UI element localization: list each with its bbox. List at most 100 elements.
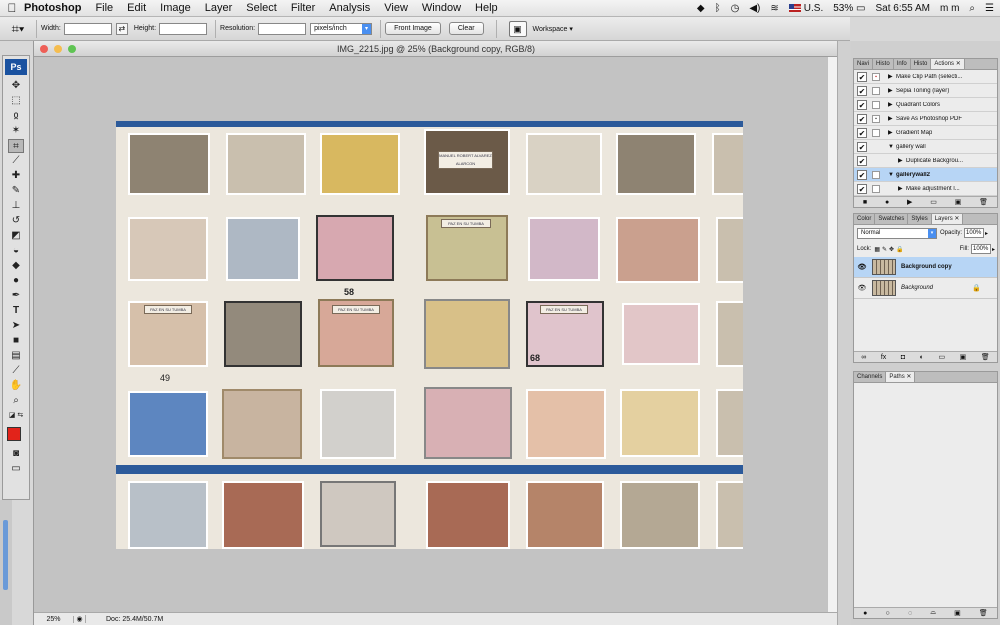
wifi-icon[interactable]: ≋ [770, 3, 778, 14]
move-tool-icon[interactable]: ✥ [8, 79, 24, 93]
layer-row[interactable]: 👁 Background copy [854, 257, 997, 278]
paint-bucket-tool-icon[interactable]: ◒ [8, 244, 24, 258]
layer-row[interactable]: 👁 Background 🔒 [854, 278, 997, 299]
expand-triangle-icon[interactable]: ▶ [898, 157, 906, 164]
action-row[interactable]: ✔ ▪ ▶ Make Clip Path (selecti... [854, 70, 997, 84]
expand-triangle-icon[interactable]: ▶ [898, 185, 906, 192]
foreground-color-swatch[interactable] [7, 427, 21, 441]
action-toggle-checkbox[interactable]: ✔ [857, 71, 867, 82]
tab-color[interactable]: Color [854, 214, 876, 224]
resolution-input[interactable] [258, 22, 307, 35]
workspace-menu[interactable]: Workspace ▾ [533, 25, 573, 33]
menu-edit[interactable]: Edit [127, 2, 146, 14]
layer-mask-icon[interactable]: ◘ [901, 354, 905, 361]
clear-button[interactable]: Clear [448, 22, 484, 35]
menu-file[interactable]: File [95, 2, 113, 14]
dialog-toggle-icon[interactable] [872, 184, 880, 193]
action-row[interactable]: ✔ ▶ Make adjustment l... [854, 182, 997, 196]
menu-filter[interactable]: Filter [291, 2, 315, 14]
close-tab-icon[interactable]: ✕ [954, 216, 959, 222]
expand-triangle-icon[interactable]: ▶ [888, 73, 896, 80]
tab-history[interactable]: Histo [911, 59, 932, 69]
cemetery-niches-photo[interactable]: MANUEL ROBERT ALVAREZ ALARCON PAZ EN SU … [116, 121, 743, 549]
link-layers-icon[interactable]: ∞ [861, 354, 866, 361]
document-title-bar[interactable]: IMG_2215.jpg @ 25% (Background copy, RGB… [34, 41, 838, 57]
lock-all-icon[interactable]: 🔒 [896, 246, 903, 253]
fill-slider-arrow-icon[interactable]: ▸ [992, 246, 995, 253]
history-brush-tool-icon[interactable]: ↺ [8, 214, 24, 228]
menu-layer[interactable]: Layer [205, 2, 233, 14]
menu-window[interactable]: Window [422, 2, 461, 14]
expand-triangle-icon[interactable]: ▶ [888, 129, 896, 136]
status-info-icon[interactable]: ◉ [74, 615, 86, 623]
new-path-icon[interactable]: ▣ [954, 609, 961, 617]
battery-menu[interactable]: 53% ▭ [833, 3, 865, 14]
marquee-tool-icon[interactable]: ⬚ [8, 94, 24, 108]
close-window-icon[interactable] [40, 45, 48, 53]
close-tab-icon[interactable]: ✕ [906, 374, 911, 380]
lasso-tool-icon[interactable]: ჲ [8, 109, 24, 123]
record-icon[interactable]: ● [885, 199, 889, 206]
height-input[interactable] [159, 22, 208, 35]
stop-icon[interactable]: ■ [863, 199, 867, 206]
canvas-area[interactable]: MANUEL ROBERT ALVAREZ ALARCON PAZ EN SU … [34, 57, 828, 612]
action-row[interactable]: ✔ ▶ Quadrant Colors [854, 98, 997, 112]
load-selection-icon[interactable]: ◌ [908, 610, 912, 617]
menu-help[interactable]: Help [475, 2, 498, 14]
collapse-triangle-icon[interactable]: ▼ [888, 172, 896, 178]
hand-tool-icon[interactable]: ✋ [8, 379, 24, 393]
type-tool-icon[interactable]: T [8, 304, 24, 318]
menu-analysis[interactable]: Analysis [329, 2, 370, 14]
trash-icon[interactable]: 🗑 [981, 353, 990, 361]
expand-triangle-icon[interactable]: ▶ [888, 101, 896, 108]
action-toggle-checkbox[interactable]: ✔ [857, 113, 867, 124]
stroke-path-icon[interactable]: ○ [886, 610, 890, 617]
action-row[interactable]: ✔ ▼ gallery wall [854, 140, 997, 154]
path-selection-tool-icon[interactable]: ➤ [8, 319, 24, 333]
action-toggle-checkbox[interactable]: ✔ [857, 127, 867, 138]
trash-icon[interactable]: 🗑 [979, 609, 988, 617]
lock-transparency-icon[interactable]: ▦ [874, 246, 880, 253]
lock-position-icon[interactable]: ✥ [889, 246, 894, 253]
make-work-path-icon[interactable]: ⌓ [930, 609, 936, 617]
minimize-window-icon[interactable] [54, 45, 62, 53]
eraser-tool-icon[interactable]: ◩ [8, 229, 24, 243]
blur-tool-icon[interactable]: ◆ [8, 259, 24, 273]
resolution-unit-select[interactable]: pixels/inch ▾ [310, 22, 373, 35]
lock-pixels-icon[interactable]: ✎ [882, 246, 887, 253]
default-colors-icon[interactable]: ◪ ⇆ [8, 409, 24, 423]
action-row[interactable]: ✔ ▶ Sepia Toning (layer) [854, 84, 997, 98]
dropbox-icon[interactable]: ◆ [697, 3, 705, 14]
tab-actions[interactable]: Actions ✕ [931, 59, 965, 69]
shape-tool-icon[interactable]: ■ [8, 334, 24, 348]
tab-navigator[interactable]: Navi [854, 59, 874, 69]
slice-tool-icon[interactable]: ⟋ [8, 154, 24, 168]
brush-tool-icon[interactable]: ✎ [8, 184, 24, 198]
tab-histogram[interactable]: Histo [873, 59, 894, 69]
action-toggle-checkbox[interactable]: ✔ [857, 183, 867, 194]
new-group-icon[interactable]: ▭ [938, 353, 945, 361]
clock[interactable]: Sat 6:55 AM [875, 3, 929, 14]
app-menu[interactable]: Photoshop [24, 2, 81, 14]
bluetooth-icon[interactable]: ᛒ [715, 3, 721, 14]
action-row[interactable]: ✔ ▶ Duplicate Backgrou... [854, 154, 997, 168]
notification-center-icon[interactable]: ☰ [985, 3, 994, 14]
opacity-field[interactable]: 100% [964, 228, 985, 238]
vertical-scrollbar[interactable] [827, 57, 837, 612]
action-toggle-checkbox[interactable]: ✔ [857, 99, 867, 110]
dialog-toggle-icon[interactable]: ▪ [872, 72, 880, 81]
action-row[interactable]: ✔ ▶ Gradient Map [854, 126, 997, 140]
healing-brush-tool-icon[interactable]: ✚ [8, 169, 24, 183]
dialog-toggle-icon[interactable] [872, 128, 880, 137]
pen-tool-icon[interactable]: ✒ [8, 289, 24, 303]
apple-icon[interactable]:  [0, 1, 24, 15]
volume-icon[interactable]: ◀) [749, 3, 760, 14]
tab-paths[interactable]: Paths ✕ [886, 372, 916, 382]
front-image-button[interactable]: Front Image [385, 22, 441, 35]
notes-tool-icon[interactable]: ▤ [8, 349, 24, 363]
zoom-window-icon[interactable] [68, 45, 76, 53]
tab-styles[interactable]: Styles [908, 214, 932, 224]
menu-view[interactable]: View [384, 2, 408, 14]
time-machine-icon[interactable]: ◷ [731, 3, 740, 14]
action-toggle-checkbox[interactable]: ✔ [857, 155, 867, 166]
